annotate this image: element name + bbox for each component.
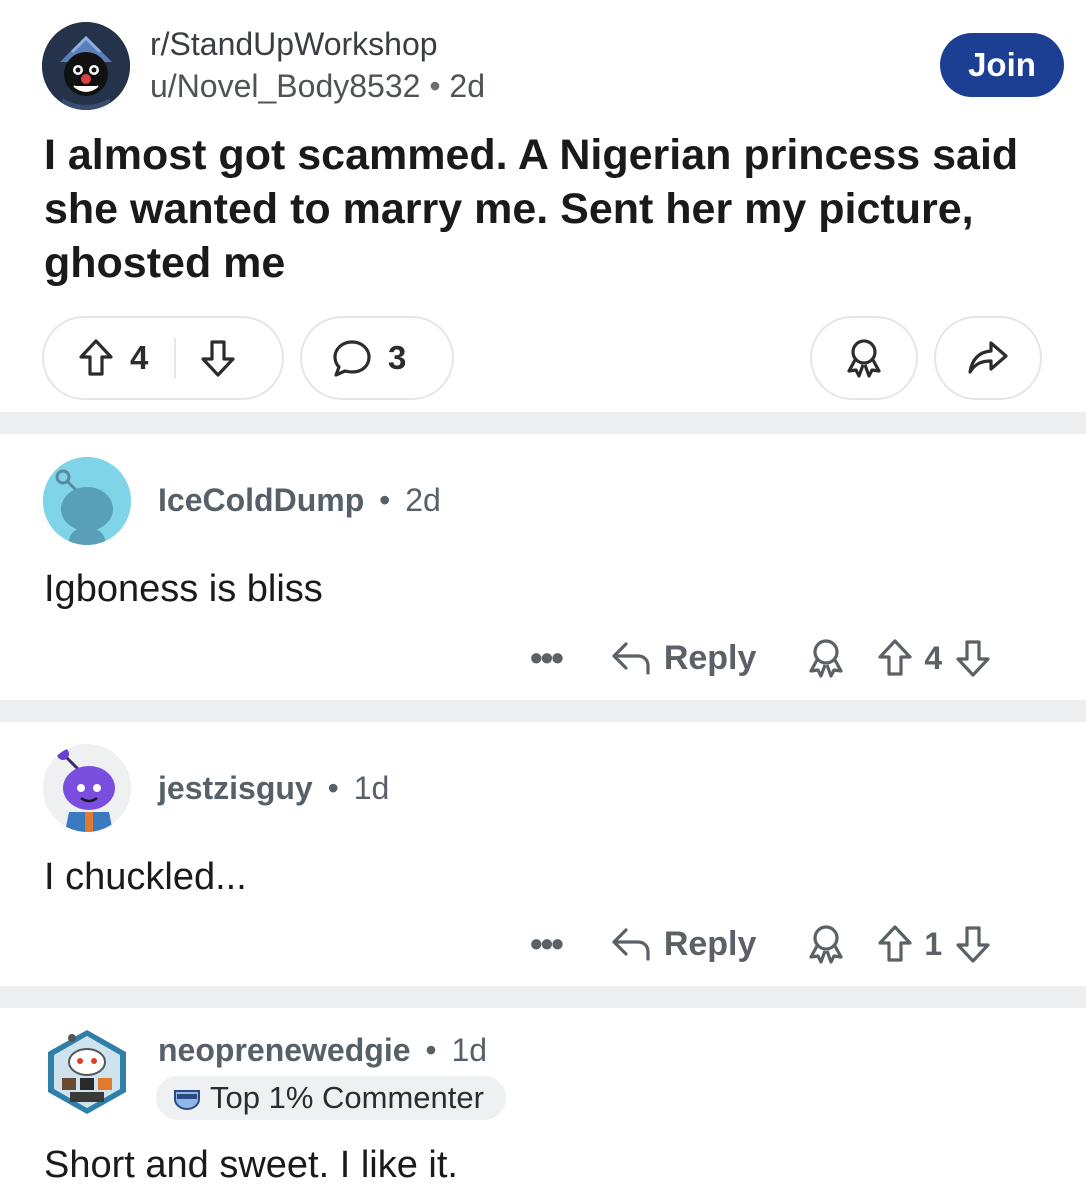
subreddit-name[interactable]: r/StandUpWorkshop — [150, 26, 438, 63]
share-icon — [967, 338, 1009, 378]
comment-actions: ••• Reply 1 — [530, 914, 992, 974]
reply-icon — [612, 642, 650, 675]
reply-button[interactable]: Reply — [610, 924, 757, 964]
downvote-icon[interactable] — [954, 638, 992, 678]
comment-body: Igboness is bliss — [44, 568, 323, 610]
upvote-icon[interactable] — [876, 638, 914, 678]
comments-button[interactable]: 3 — [300, 316, 454, 400]
snoo-avatar-icon — [43, 457, 131, 545]
award-button[interactable] — [810, 316, 918, 400]
award-icon[interactable] — [806, 923, 846, 965]
meta-separator: • — [429, 68, 441, 104]
comment-avatar[interactable] — [43, 457, 131, 545]
comment-username[interactable]: IceColdDump — [158, 482, 364, 518]
section-divider — [0, 986, 1086, 1008]
more-options-button[interactable]: ••• — [530, 923, 564, 965]
snoo-avatar-icon — [43, 744, 131, 832]
comment-username[interactable]: neoprenewedgie — [158, 1032, 411, 1068]
comment-avatar[interactable] — [44, 1028, 130, 1116]
comment-vote-count: 1 — [924, 925, 943, 962]
share-button[interactable] — [934, 316, 1042, 400]
post-vote-count: 4 — [130, 339, 149, 376]
clown-avatar-icon — [42, 22, 130, 110]
post-vote-pill: 4 — [42, 316, 284, 400]
commenter-badge-icon — [174, 1090, 200, 1111]
comment-meta: jestzisguy • 1d — [158, 770, 389, 807]
comment-icon — [332, 338, 372, 378]
subreddit-avatar[interactable] — [42, 22, 130, 110]
reply-label: Reply — [663, 924, 757, 963]
comment-count: 3 — [388, 339, 407, 376]
comment-avatar[interactable] — [43, 744, 131, 832]
post-title[interactable]: I almost got scammed. A Nigerian princes… — [44, 128, 1044, 290]
post-age: 2d — [449, 68, 485, 104]
flair-text: Top 1% Commenter — [210, 1080, 484, 1115]
join-button[interactable]: Join — [940, 33, 1064, 97]
more-options-button[interactable]: ••• — [530, 637, 564, 679]
comment-vote-count: 4 — [924, 639, 943, 676]
upvote-icon[interactable] — [78, 338, 114, 378]
upvote-icon[interactable] — [876, 924, 914, 964]
reply-button[interactable]: Reply — [610, 638, 757, 678]
comment-age: 2d — [405, 482, 441, 518]
comment-age: 1d — [451, 1032, 488, 1068]
downvote-icon[interactable] — [954, 924, 992, 964]
post-author[interactable]: u/Novel_Body8532 — [150, 68, 420, 104]
post-meta: u/Novel_Body8532 • 2d — [150, 68, 485, 105]
meta-separator: • — [379, 482, 391, 518]
user-flair: Top 1% Commenter — [156, 1076, 506, 1120]
award-icon — [844, 337, 884, 379]
snoo-avatar-icon — [48, 1030, 126, 1114]
comment-meta: IceColdDump • 2d — [158, 482, 441, 519]
vote-separator — [174, 338, 177, 378]
reply-label: Reply — [663, 638, 757, 677]
comment-meta: neoprenewedgie • 1d — [158, 1032, 487, 1069]
section-divider — [0, 412, 1086, 434]
comment-body: I chuckled... — [44, 856, 247, 898]
downvote-icon[interactable] — [200, 338, 236, 378]
comment-body: Short and sweet. I like it. — [44, 1144, 458, 1186]
reply-icon — [612, 928, 650, 961]
meta-separator: • — [425, 1032, 437, 1068]
comment-username[interactable]: jestzisguy — [158, 770, 313, 806]
meta-separator: • — [327, 770, 339, 806]
award-icon[interactable] — [806, 637, 846, 679]
comment-age: 1d — [353, 770, 390, 806]
comment-actions: ••• Reply 4 — [530, 628, 992, 688]
section-divider — [0, 700, 1086, 722]
